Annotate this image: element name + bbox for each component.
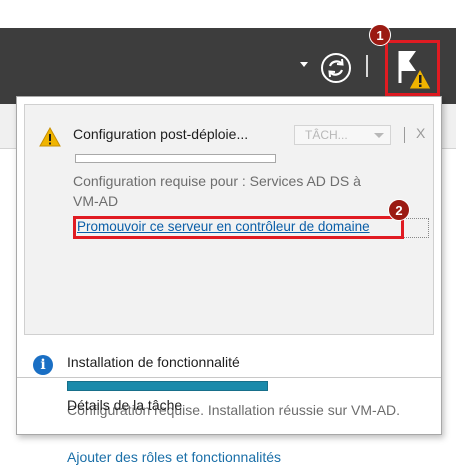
chevron-down-icon	[374, 133, 384, 138]
info-icon: i	[33, 355, 53, 375]
callout-badge-1: 1	[369, 24, 391, 46]
link-focus-outline	[404, 218, 429, 238]
notification-post-deployment: Configuration post-déploie... TÂCH... X …	[24, 104, 434, 335]
notification-separator	[404, 127, 405, 143]
task-details-link[interactable]: Détails de la tâche	[67, 397, 182, 413]
notification-title: Installation de fonctionnalité	[67, 354, 240, 370]
progress-bar	[75, 154, 276, 163]
callout-badge-2: 2	[388, 199, 410, 221]
warning-icon	[39, 127, 61, 147]
close-button[interactable]: X	[416, 125, 425, 141]
promote-domain-controller-link[interactable]: Promouvoir ce serveur en contrôleur de d…	[77, 219, 370, 234]
notification-title: Configuration post-déploie...	[73, 126, 249, 142]
add-roles-features-link[interactable]: Ajouter des rôles et fonctionnalités	[67, 449, 281, 465]
toolbar-separator	[366, 55, 368, 77]
task-dropdown-button[interactable]: TÂCH...	[294, 125, 391, 145]
notifications-panel: Configuration post-déploie... TÂCH... X …	[16, 96, 442, 465]
notifications-flag-button[interactable]	[385, 40, 440, 96]
toolbar-dropdown-icon[interactable]	[300, 62, 308, 67]
task-button-label: TÂCH...	[305, 128, 348, 142]
panel-divider	[17, 377, 441, 378]
flag-warning-icon	[398, 51, 432, 90]
refresh-icon[interactable]	[320, 52, 352, 84]
notification-description: Configuration requise pour : Services AD…	[73, 173, 361, 209]
progress-bar-complete	[67, 381, 268, 391]
